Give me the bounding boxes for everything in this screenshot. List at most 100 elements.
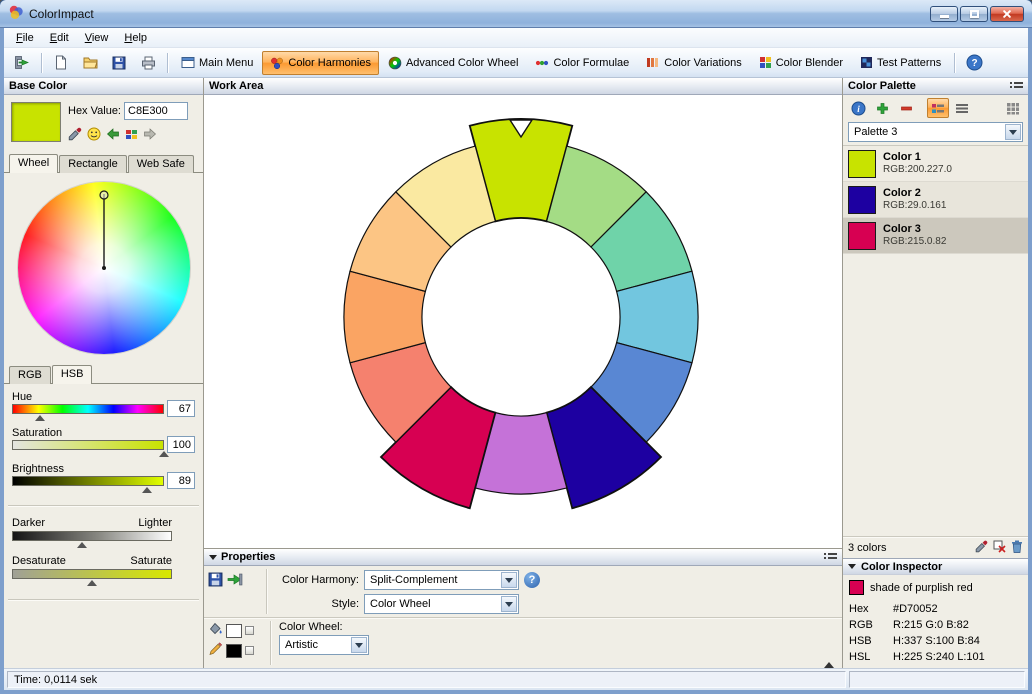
- titlebar: ColorImpact: [0, 0, 1032, 28]
- export-harmony-button[interactable]: [227, 572, 243, 590]
- open-button[interactable]: [76, 51, 104, 75]
- saturation-slider[interactable]: [12, 440, 164, 450]
- properties-header[interactable]: Properties: [204, 549, 842, 566]
- desaturate-label: Desaturate: [12, 555, 66, 567]
- collapse-icon[interactable]: [848, 564, 856, 569]
- darker-lighter-slider[interactable]: [12, 531, 172, 541]
- random-color-smiley-icon[interactable]: [87, 127, 101, 141]
- menu-file[interactable]: File: [8, 30, 42, 46]
- harmony-help-icon[interactable]: ?: [524, 572, 540, 588]
- fill-options-icon[interactable]: [245, 626, 254, 635]
- color-inspector-table: Hex #D70052 RGB R:215 G:0 B:82 HSB H:337…: [843, 598, 1028, 668]
- saturation-value[interactable]: 100: [167, 436, 195, 453]
- add-color-button[interactable]: [871, 98, 893, 118]
- eyedropper-icon[interactable]: [975, 540, 988, 556]
- save-harmony-button[interactable]: [208, 572, 223, 590]
- info-icon[interactable]: i: [847, 98, 869, 118]
- new-document-button[interactable]: [47, 51, 75, 75]
- hue-slider-marker[interactable]: [35, 415, 45, 421]
- style-value: Color Wheel: [370, 598, 431, 610]
- tab-wheel[interactable]: Wheel: [9, 154, 58, 173]
- menu-view[interactable]: View: [77, 30, 117, 46]
- eyedropper-icon[interactable]: [68, 127, 82, 141]
- swap-colors-icon[interactable]: [245, 646, 254, 655]
- base-color-header-label: Base Color: [9, 80, 67, 92]
- hue-slider[interactable]: [12, 404, 164, 414]
- palette-color-row[interactable]: Color 2 RGB:29.0.161: [843, 182, 1028, 218]
- color-wheel-picker[interactable]: [18, 182, 190, 354]
- color-harmony-value: Split-Complement: [370, 574, 457, 586]
- palette-color-row-selected[interactable]: Color 3 RGB:215.0.82: [843, 218, 1028, 254]
- close-button[interactable]: [990, 6, 1024, 22]
- color-variations-button[interactable]: Color Variations: [638, 51, 749, 75]
- color-wheel-style-select[interactable]: Artistic: [279, 635, 369, 655]
- advanced-color-wheel-button[interactable]: Advanced Color Wheel: [380, 51, 527, 75]
- print-button[interactable]: [134, 51, 162, 75]
- brightness-slider-marker[interactable]: [142, 487, 152, 493]
- saturation-slider-group: Saturation 100: [12, 427, 195, 463]
- brightness-value[interactable]: 89: [167, 472, 195, 489]
- base-color-swatch[interactable]: [11, 102, 61, 142]
- test-patterns-icon: [860, 56, 873, 69]
- view-grid-button[interactable]: [1002, 98, 1024, 118]
- help-button[interactable]: ?: [960, 51, 988, 75]
- style-select[interactable]: Color Wheel: [364, 594, 519, 614]
- fill-color-swatch[interactable]: [226, 624, 242, 638]
- view-list-button[interactable]: [951, 98, 973, 118]
- color-swatch: [848, 150, 876, 178]
- hue-value[interactable]: 67: [167, 400, 195, 417]
- test-patterns-button[interactable]: Test Patterns: [852, 51, 949, 75]
- palette-select[interactable]: Palette 3: [848, 122, 1023, 142]
- toolbar-separator: [954, 53, 955, 73]
- save-button[interactable]: [105, 51, 133, 75]
- color-inspector-header[interactable]: Color Inspector: [843, 558, 1028, 575]
- menu-help[interactable]: Help: [116, 30, 155, 46]
- advanced-color-wheel-icon: [388, 56, 402, 70]
- color-harmonies-button[interactable]: Color Harmonies: [262, 51, 379, 75]
- inspected-color-swatch: [849, 580, 864, 595]
- view-detail-button[interactable]: [927, 98, 949, 118]
- tab-hsb[interactable]: HSB: [52, 365, 93, 384]
- recent-colors-icon[interactable]: [125, 129, 138, 140]
- forward-arrow-icon[interactable]: [143, 128, 157, 140]
- stroke-color-swatch[interactable]: [226, 644, 242, 658]
- maximize-button[interactable]: [960, 6, 988, 22]
- fill-bucket-icon[interactable]: [208, 622, 223, 639]
- wheel-needle[interactable]: [18, 182, 190, 354]
- chevron-down-icon[interactable]: [501, 596, 517, 612]
- palette-toolbar: i: [843, 95, 1028, 121]
- stroke-pencil-icon[interactable]: [208, 642, 223, 659]
- work-area-canvas[interactable]: [204, 95, 842, 548]
- color-palette-panel: Color Palette i: [842, 78, 1028, 668]
- remove-swatch-icon[interactable]: [993, 540, 1006, 556]
- minimize-button[interactable]: [930, 6, 958, 22]
- scroll-up-button[interactable]: [824, 650, 834, 662]
- chevron-down-icon[interactable]: [1005, 124, 1021, 140]
- menu-edit[interactable]: Edit: [42, 30, 77, 46]
- tab-rectangle[interactable]: Rectangle: [59, 155, 127, 173]
- tab-rgb[interactable]: RGB: [9, 366, 51, 384]
- chevron-down-icon[interactable]: [501, 572, 517, 588]
- hsb-label: HSB: [849, 635, 893, 647]
- desaturate-saturate-slider[interactable]: [12, 569, 172, 579]
- separator: [8, 505, 199, 507]
- trash-icon[interactable]: [1011, 540, 1023, 556]
- color-blender-button[interactable]: Color Blender: [751, 51, 851, 75]
- main-menu-button[interactable]: Main Menu: [173, 51, 261, 75]
- tab-web-safe[interactable]: Web Safe: [128, 155, 194, 173]
- back-arrow-icon[interactable]: [106, 128, 120, 140]
- brightness-slider[interactable]: [12, 476, 164, 486]
- apply-to-document-button[interactable]: [8, 51, 36, 75]
- hex-value-input[interactable]: [124, 102, 188, 120]
- color-harmony-select[interactable]: Split-Complement: [364, 570, 519, 590]
- color-formulae-button[interactable]: Color Formulae: [527, 51, 637, 75]
- chevron-down-icon[interactable]: [351, 637, 367, 653]
- darker-lighter-marker[interactable]: [77, 542, 87, 548]
- color-name: Color 3: [883, 223, 946, 236]
- palette-color-row[interactable]: Color 1 RGB:200.227.0: [843, 146, 1028, 182]
- remove-color-button[interactable]: [895, 98, 917, 118]
- properties-menu-icon[interactable]: [824, 552, 837, 562]
- palette-menu-icon[interactable]: [1010, 81, 1023, 91]
- desaturate-saturate-marker[interactable]: [87, 580, 97, 586]
- collapse-icon[interactable]: [209, 555, 217, 560]
